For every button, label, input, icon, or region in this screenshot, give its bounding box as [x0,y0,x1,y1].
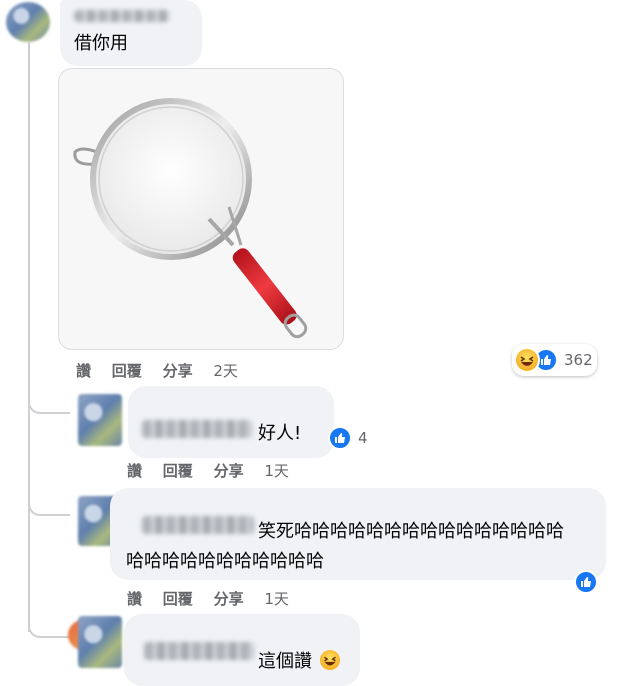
like-button[interactable]: 讚 [127,590,142,608]
like-icon [574,570,598,594]
reaction-count: 362 [564,351,593,369]
avatar[interactable] [78,616,122,668]
reply-button[interactable]: 回覆 [163,590,193,608]
attached-image[interactable] [58,68,344,350]
haha-icon [514,347,540,373]
reply-button[interactable]: 回覆 [163,462,193,480]
reaction-summary[interactable] [574,570,598,594]
haha-icon [320,650,340,670]
comment-actions: 讚 回覆 分享 1天 [127,460,305,481]
commenter-name[interactable] [144,642,254,660]
thread-branch [28,490,70,516]
strainer-image [73,98,308,339]
reaction-count: 4 [358,429,368,447]
comment-text: 好人! [258,423,302,444]
avatar[interactable] [6,2,50,42]
reaction-summary[interactable]: 362 [512,344,597,376]
reaction-summary[interactable]: 4 [328,426,368,450]
thread-line [28,42,30,632]
thread-branch [28,388,70,414]
like-icon [328,426,352,450]
share-button[interactable]: 分享 [214,462,244,480]
commenter-name[interactable] [142,516,254,534]
comment-text: 哈哈哈哈哈哈哈哈哈哈哈 [126,551,324,572]
timestamp[interactable]: 1天 [264,462,289,480]
comment-text: 借你用 [74,33,128,54]
thread-branch [28,612,70,638]
avatar[interactable] [78,394,122,446]
like-button[interactable]: 讚 [76,362,91,380]
comment-bubble: 笑死哈哈哈哈哈哈哈哈哈哈哈哈哈哈哈 哈哈哈哈哈哈哈哈哈哈哈 [110,488,606,580]
comment-actions: 讚 回覆 分享 1天 [127,588,305,609]
comment-bubble: 借你用 [60,0,202,66]
comment-actions: 讚 回覆 分享 2天 [76,360,254,381]
comment-text: 笑死哈哈哈哈哈哈哈哈哈哈哈哈哈哈哈 [258,521,564,542]
share-button[interactable]: 分享 [214,590,244,608]
like-button[interactable]: 讚 [127,462,142,480]
reply-button[interactable]: 回覆 [112,362,142,380]
share-button[interactable]: 分享 [163,362,193,380]
timestamp[interactable]: 1天 [264,590,289,608]
comment-bubble: 好人! [128,386,334,458]
commenter-name[interactable] [74,10,170,22]
commenter-name[interactable] [142,420,252,438]
timestamp[interactable]: 2天 [213,362,238,380]
comment-bubble: 這個讚 [124,614,360,686]
comment-text: 這個讚 [258,651,312,672]
